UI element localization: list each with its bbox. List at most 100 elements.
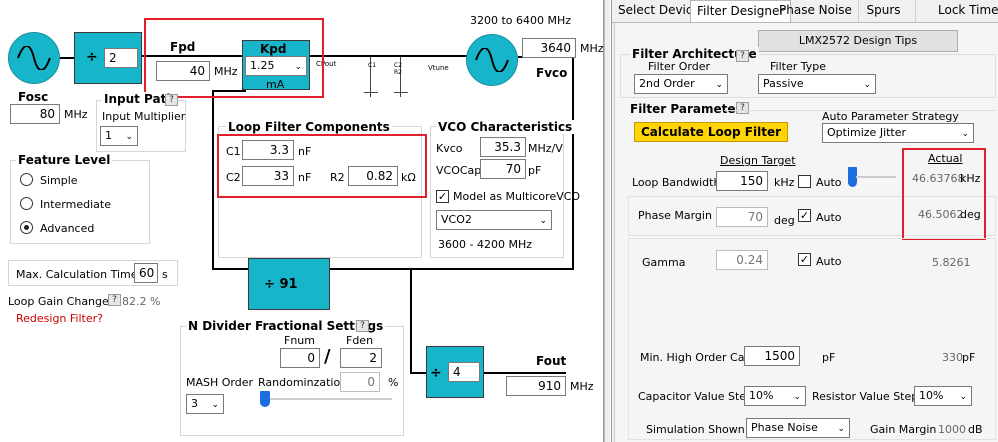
gain-margin-unit: dB: [968, 423, 983, 436]
chevron-down-icon: ⌄: [211, 400, 219, 410]
res-step-value: 10%: [919, 389, 944, 402]
output-divider-input[interactable]: 4: [448, 362, 480, 382]
cap-c1-graphic: C1: [368, 62, 377, 69]
pm-label: Phase Margin: [638, 209, 712, 222]
pm-input[interactable]: 70: [716, 207, 768, 227]
wire-loop-left: [212, 90, 214, 270]
fden-label: Fden: [346, 334, 374, 347]
randomization-slider-track[interactable]: [262, 398, 392, 400]
n-divider-symbol: ÷: [264, 277, 275, 292]
kpd-highlight-box: [144, 18, 324, 98]
fnum-input[interactable]: 0: [280, 348, 320, 368]
fvco-label: Fvco: [536, 66, 568, 80]
radio-intermediate[interactable]: [20, 197, 33, 210]
gamma-label: Gamma: [642, 256, 686, 269]
kvco-input[interactable]: 35.3: [480, 137, 526, 157]
help-icon[interactable]: ?: [108, 294, 121, 306]
filter-type-value: Passive: [763, 77, 804, 90]
lbw-input[interactable]: 150: [716, 171, 768, 191]
min-hoc-unit: pF: [822, 351, 836, 364]
chevron-down-icon: ⌄: [539, 216, 547, 226]
mash-label: MASH Order: [186, 376, 254, 389]
r-divider-input[interactable]: 2: [104, 48, 138, 68]
design-tips-button[interactable]: LMX2572 Design Tips: [758, 30, 958, 52]
loop-gain-label: Loop Gain Change: [8, 295, 109, 308]
loop-filter-highlight-box: [217, 134, 427, 198]
filter-order-select[interactable]: 2nd Order ⌄: [634, 74, 728, 94]
fden-input[interactable]: 2: [340, 348, 382, 368]
tab-spurs[interactable]: Spurs: [852, 0, 916, 22]
min-hoc-actual: 330: [942, 351, 963, 364]
loop-gain-number: 82.2: [122, 295, 147, 308]
chevron-down-icon: ⌄: [959, 392, 967, 402]
fout-input[interactable]: 910: [506, 376, 566, 396]
sine-wave-icon: [475, 48, 509, 72]
help-icon[interactable]: ?: [736, 50, 749, 62]
loop-gain-unit: %: [150, 295, 161, 308]
fvco-input[interactable]: 3640: [522, 38, 576, 58]
cap-step-select[interactable]: 10% ⌄: [744, 386, 806, 406]
schematic-scrollbar[interactable]: [604, 0, 610, 442]
lbw-label: Loop Bandwidth: [632, 176, 721, 189]
radio-advanced-label: Advanced: [40, 222, 95, 235]
strategy-label: Auto Parameter Strategy: [822, 110, 959, 123]
sine-wave-icon: [17, 46, 51, 70]
wire-to-outdiv: [410, 268, 412, 372]
sim-select[interactable]: Phase Noise ⌄: [746, 418, 850, 438]
actual-highlight-box: [902, 148, 986, 240]
fosc-input[interactable]: 80: [10, 104, 60, 124]
randomization-slider-thumb[interactable]: [260, 391, 270, 407]
strategy-select[interactable]: Optimize Jitter ⌄: [822, 123, 974, 143]
min-hoc-input[interactable]: 1500: [744, 346, 800, 366]
strategy-value: Optimize Jitter: [827, 126, 907, 139]
multicore-checkbox[interactable]: ✓: [436, 190, 449, 203]
wire-loop-bottom: [212, 268, 248, 270]
vco-select[interactable]: VCO2 ⌄: [436, 210, 552, 230]
lbw-slider-track[interactable]: [856, 176, 896, 178]
lbw-auto-label: Auto: [816, 176, 842, 189]
help-icon[interactable]: ?: [165, 94, 178, 106]
lbw-unit: kHz: [774, 176, 795, 189]
vco-range: 3600 - 4200 MHz: [438, 238, 532, 251]
calculate-loop-filter-button[interactable]: Calculate Loop Filter: [634, 122, 788, 142]
fout-label: Fout: [536, 354, 567, 368]
lbw-auto-checkbox[interactable]: [798, 175, 811, 188]
filter-type-select[interactable]: Passive ⌄: [758, 74, 876, 94]
help-icon[interactable]: ?: [356, 320, 369, 332]
randomization-input[interactable]: 0: [340, 372, 380, 392]
params-title: Filter Parameters: [630, 102, 749, 116]
chevron-down-icon: ⌄: [125, 132, 133, 142]
gamma-input[interactable]: 0.24: [716, 250, 768, 270]
vcocap-input[interactable]: 70: [480, 159, 526, 179]
max-calc-input[interactable]: 60: [134, 263, 158, 283]
randomization-label: Randominzation: [258, 376, 348, 389]
input-multiplier-select[interactable]: 1 ⌄: [100, 126, 138, 146]
radio-advanced[interactable]: [20, 221, 33, 234]
filter-order-value: 2nd Order: [639, 77, 695, 90]
chevron-down-icon: ⌄: [715, 80, 723, 90]
gamma-auto-checkbox[interactable]: ✓: [798, 253, 811, 266]
radio-simple[interactable]: [20, 173, 33, 186]
tab-phase-noise[interactable]: Phase Noise: [773, 0, 859, 22]
mash-select[interactable]: 3 ⌄: [186, 394, 224, 414]
chevron-down-icon: ⌄: [863, 80, 871, 90]
max-calc-unit: s: [162, 268, 168, 281]
vtune-label: Vtune: [428, 64, 449, 72]
wire-loop-bottom2: [330, 268, 574, 270]
wire-outdiv-in: [410, 372, 426, 374]
gain-margin-value: 1000: [938, 423, 966, 436]
loop-gain-value: 82.2 %: [122, 295, 160, 308]
ground-icon-2: [394, 92, 408, 98]
ground-icon: [364, 92, 378, 98]
res-step-select[interactable]: 10% ⌄: [914, 386, 972, 406]
pm-auto-checkbox[interactable]: ✓: [798, 209, 811, 222]
input-multiplier-label: Input Multiplier: [102, 110, 186, 123]
mash-value: 3: [191, 397, 198, 410]
min-hoc-actual-unit: pF: [962, 351, 976, 364]
wire-kpd-vco: [310, 55, 468, 57]
cap-c2-graphic: C2 R2: [394, 62, 403, 76]
tab-lock-time[interactable]: Lock Time: [932, 0, 998, 22]
redesign-filter-link[interactable]: Redesign Filter?: [16, 312, 103, 325]
fout-unit: MHz: [570, 380, 594, 393]
help-icon[interactable]: ?: [736, 102, 749, 114]
